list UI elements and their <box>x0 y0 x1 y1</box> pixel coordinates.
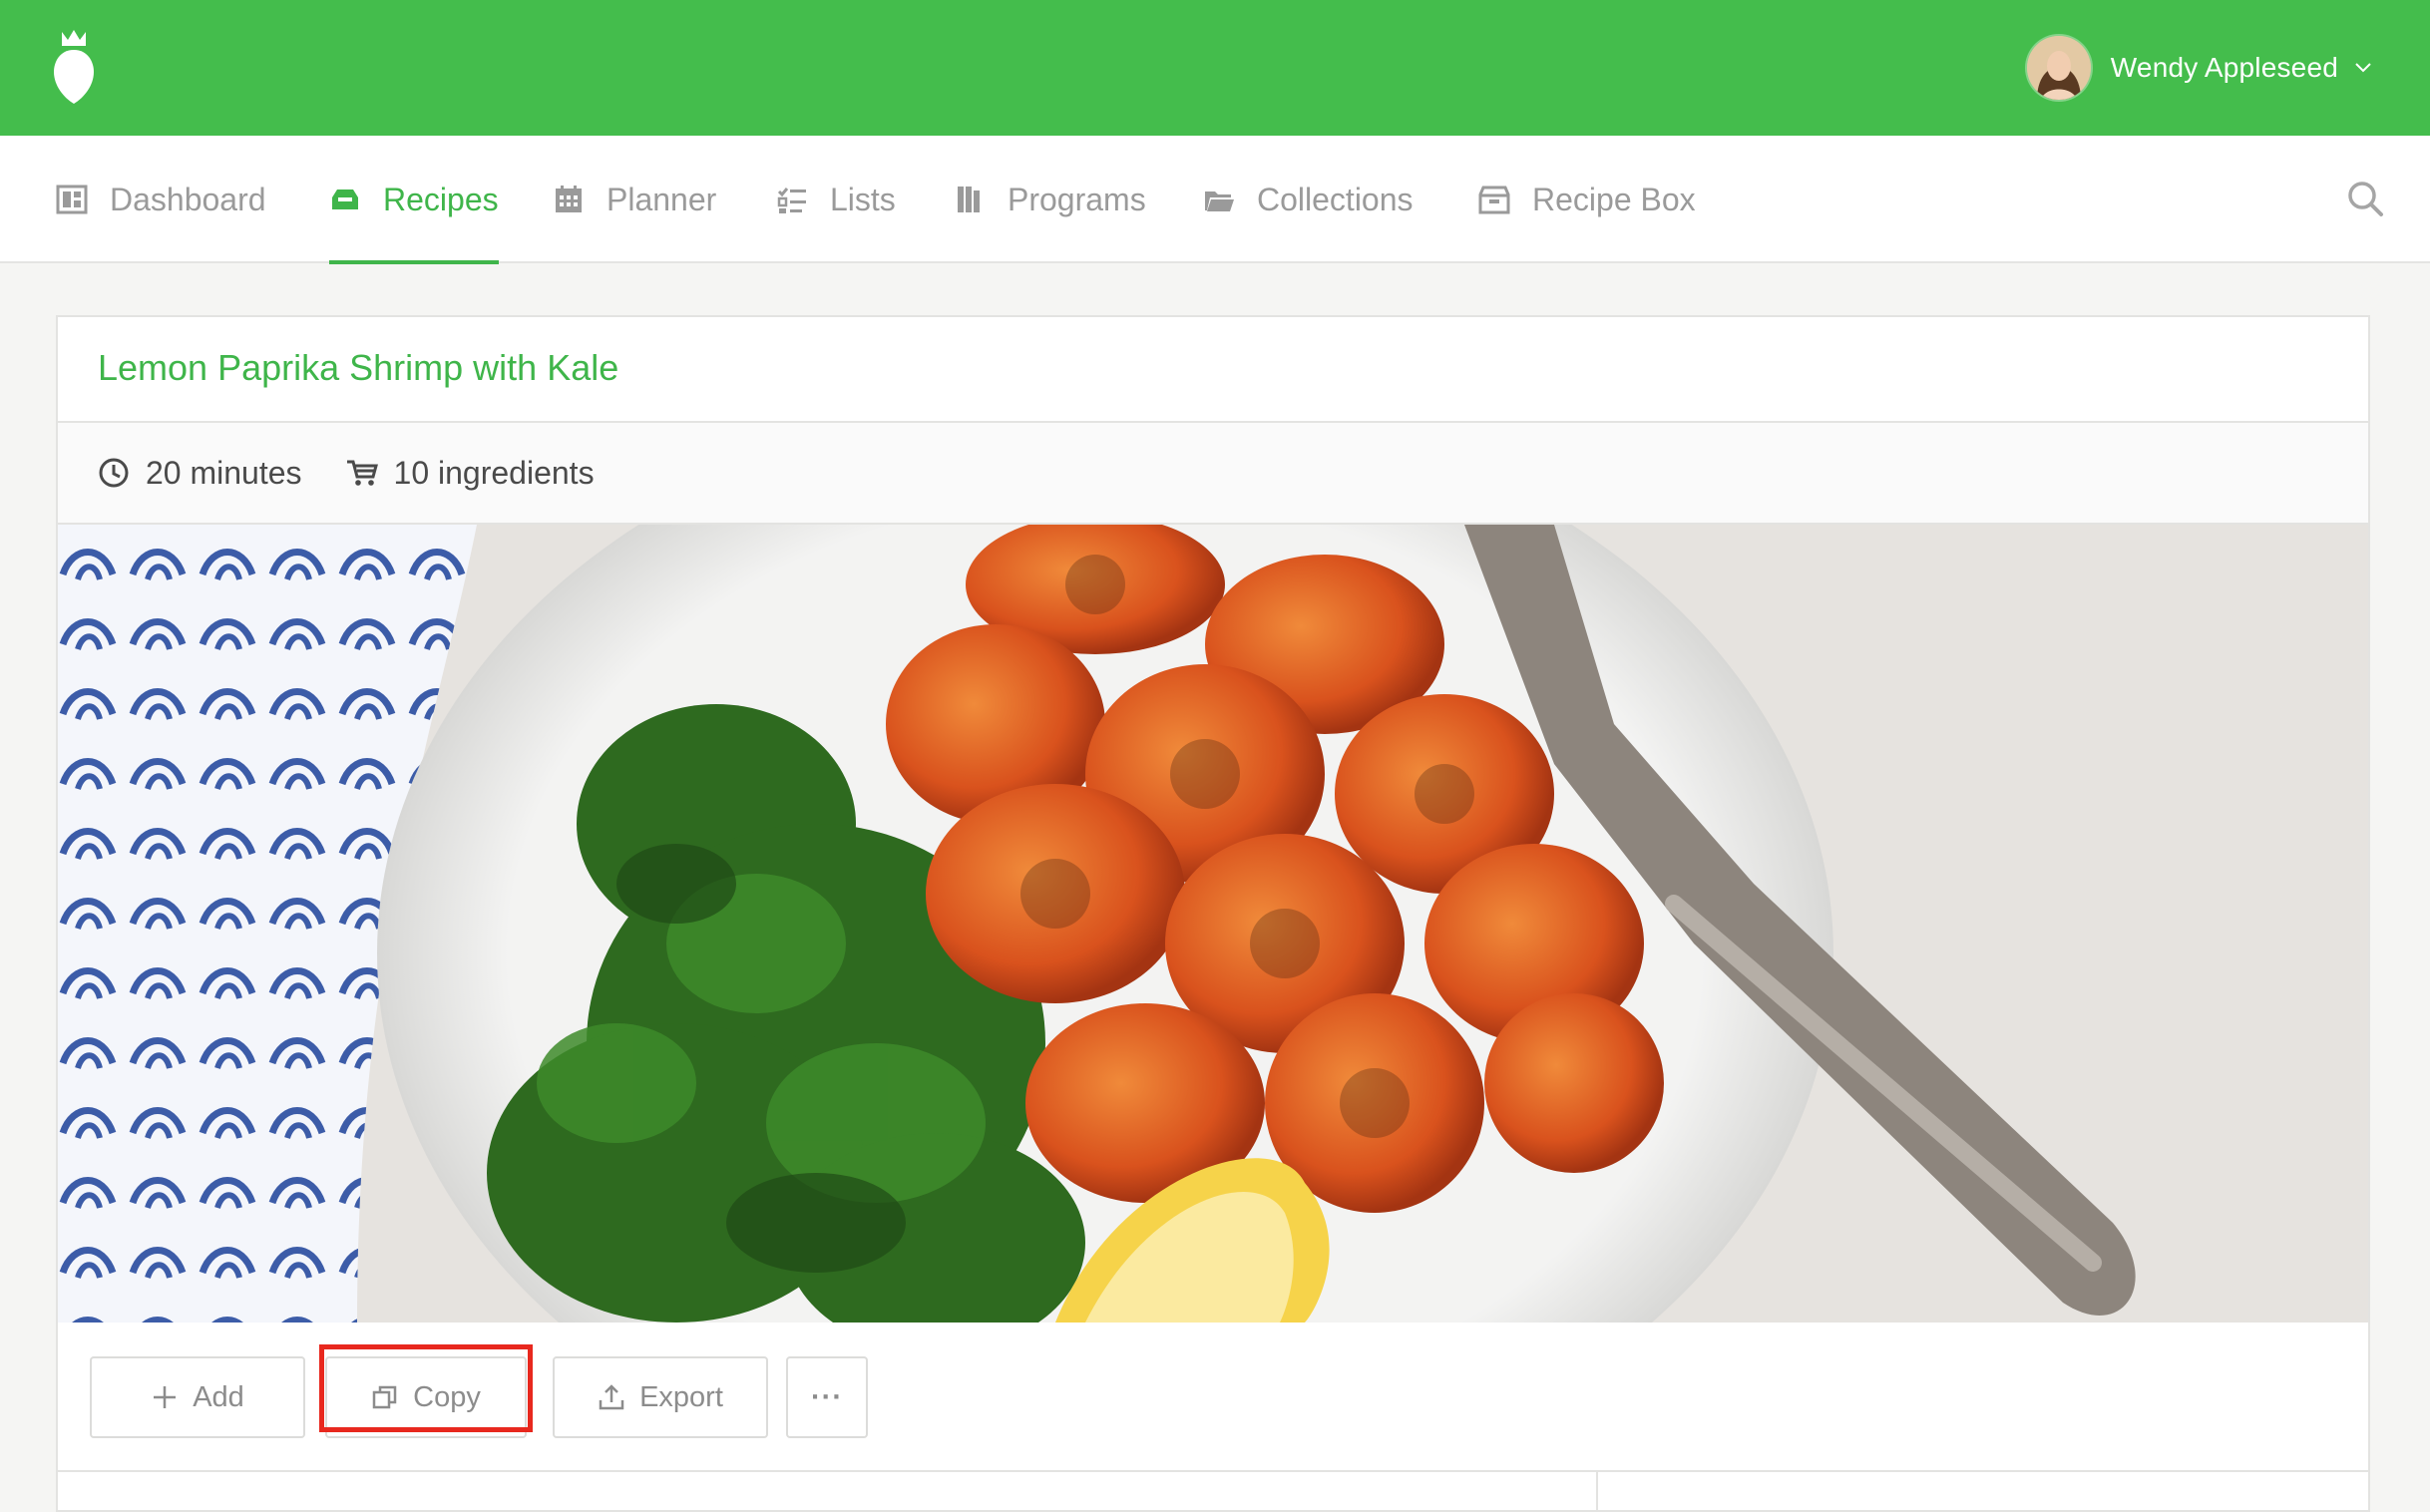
nav-label: Planner <box>607 181 717 217</box>
nav-item-programs[interactable]: Programs <box>954 136 1146 263</box>
plus-icon <box>154 1386 177 1408</box>
recipe-time: 20 minutes <box>98 455 302 492</box>
nav-item-lists[interactable]: Lists <box>776 136 896 263</box>
nav-label: Collections <box>1257 181 1414 217</box>
recipes-icon <box>332 189 358 209</box>
nav-label: Lists <box>830 181 896 217</box>
clock-icon <box>99 458 129 488</box>
copy-button[interactable]: Copy <box>325 1356 527 1438</box>
export-button[interactable]: Export <box>553 1356 768 1438</box>
checklist-icon <box>777 188 806 213</box>
nav-item-planner[interactable]: Planner <box>553 136 716 263</box>
copy-icon <box>372 1385 397 1409</box>
turnip-logo-icon[interactable] <box>52 28 96 104</box>
export-button-label: Export <box>639 1380 723 1413</box>
recipe-photo <box>58 525 2368 1323</box>
cart-icon <box>346 460 378 486</box>
nav-item-collections[interactable]: Collections <box>1203 136 1414 263</box>
recipe-meta: 20 minutes 10 ingredients <box>58 423 2368 525</box>
user-menu[interactable]: Wendy Appleseed <box>2026 0 2372 136</box>
calendar-icon <box>556 186 582 212</box>
more-options-button[interactable]: ··· <box>786 1356 868 1438</box>
add-button-label: Add <box>193 1380 244 1413</box>
recipe-ingredients: 10 ingredients <box>346 455 595 492</box>
user-name[interactable]: Wendy Appleseed <box>2111 52 2338 84</box>
recipe-ingredients-text: 10 ingredients <box>393 454 595 491</box>
recipe-title-row: Lemon Paprika Shrimp with Kale <box>58 317 2368 423</box>
nav-label: Recipe Box <box>1532 181 1696 217</box>
top-bar: Wendy Appleseed <box>0 0 2430 136</box>
main-nav: Dashboard Recipes Planner Lists Programs… <box>0 136 2430 264</box>
recipe-title[interactable]: Lemon Paprika Shrimp with Kale <box>98 347 618 389</box>
more-options-label: ··· <box>811 1380 843 1413</box>
nav-item-dashboard[interactable]: Dashboard <box>56 136 266 263</box>
nav-label: Programs <box>1008 181 1146 217</box>
dashboard-icon <box>56 185 88 214</box>
recipe-actions: Add Copy Export ··· <box>58 1323 2368 1472</box>
add-button[interactable]: Add <box>90 1356 305 1438</box>
copy-button-label: Copy <box>413 1380 481 1413</box>
recipe-card: Lemon Paprika Shrimp with Kale 20 minute… <box>56 315 2370 1512</box>
search-icon[interactable] <box>2346 180 2384 217</box>
nav-item-recipe-box[interactable]: Recipe Box <box>1478 136 1696 263</box>
folder-icon <box>1205 191 1234 211</box>
nav-item-recipes[interactable]: Recipes <box>329 136 499 264</box>
nav-label: Dashboard <box>110 181 266 217</box>
recipe-time-text: 20 minutes <box>146 454 302 491</box>
upload-icon <box>599 1384 624 1410</box>
column-divider <box>1596 1472 1598 1512</box>
book-icon <box>958 187 980 212</box>
avatar[interactable] <box>2026 36 2091 100</box>
chevron-down-icon[interactable] <box>2354 62 2372 74</box>
nav-label: Recipes <box>383 181 499 217</box>
box-icon <box>1478 186 1510 214</box>
